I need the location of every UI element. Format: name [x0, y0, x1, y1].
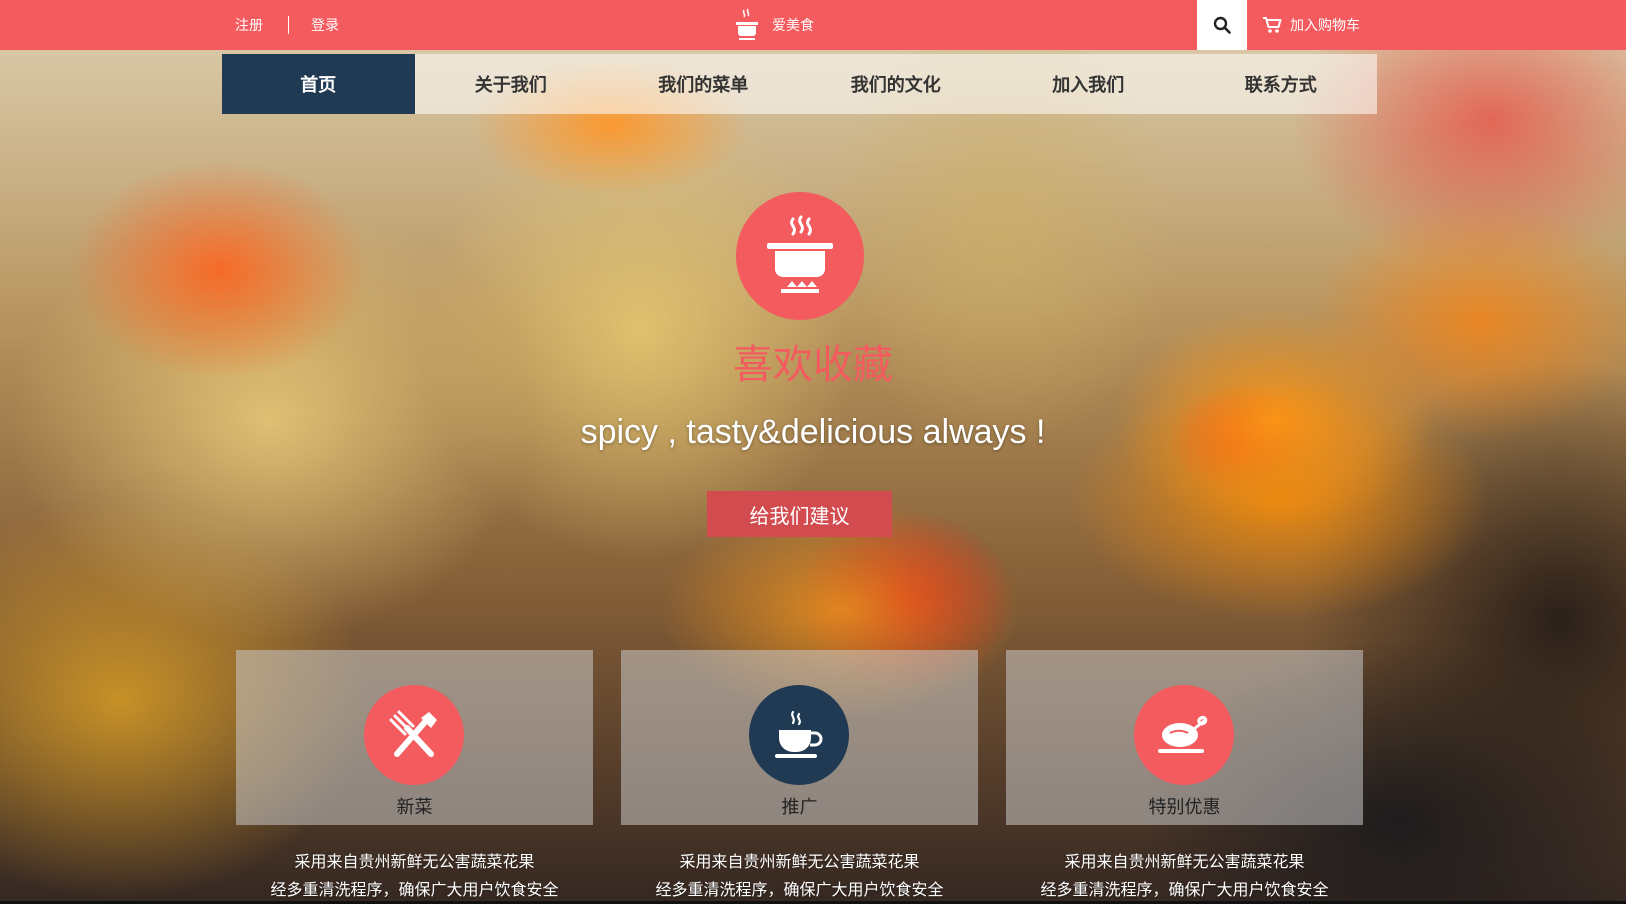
hero-badge: [736, 192, 864, 320]
login-link[interactable]: 登录: [311, 15, 339, 35]
cart-label: 加入购物车: [1290, 18, 1360, 34]
cart-icon: [1263, 17, 1282, 33]
cooking-pot-icon: [736, 8, 758, 40]
nav-item-contact[interactable]: 联系方式: [1185, 54, 1378, 114]
feature-desc-line: 采用来自贵州新鲜无公害蔬菜花果: [1064, 852, 1305, 871]
feature-desc-promo: 采用来自贵州新鲜无公害蔬菜花果 经多重清洗程序，确保广大用户饮食安全: [621, 848, 978, 904]
nav-item-menu[interactable]: 我们的菜单: [607, 54, 800, 114]
feature-title: 推广: [781, 797, 818, 818]
main-nav: 首页 关于我们 我们的菜单 我们的文化 加入我们 联系方式: [222, 54, 1377, 114]
auth-divider: [288, 16, 289, 34]
auth-links: 注册 登录: [235, 0, 339, 50]
feature-icon-circle: [364, 685, 464, 785]
feature-desc-line: 采用来自贵州新鲜无公害蔬菜花果: [294, 852, 535, 871]
feature-desc-new: 采用来自贵州新鲜无公害蔬菜花果 经多重清洗程序，确保广大用户饮食安全: [236, 848, 593, 904]
feature-icon-circle: [1134, 685, 1234, 785]
feature-desc-line: 经多重清洗程序，确保广大用户饮食安全: [270, 880, 559, 899]
feature-card-promo[interactable]: 推广: [621, 650, 978, 825]
feature-card-new[interactable]: 新菜: [236, 650, 593, 825]
search-button[interactable]: [1197, 0, 1247, 50]
search-icon: [1213, 16, 1231, 34]
feature-desc-special: 采用来自贵州新鲜无公害蔬菜花果 经多重清洗程序，确保广大用户饮食安全: [1006, 848, 1363, 904]
feature-title: 特别优惠: [1148, 797, 1221, 818]
feature-title: 新菜: [396, 797, 433, 818]
nav-item-join[interactable]: 加入我们: [992, 54, 1185, 114]
nav-item-culture[interactable]: 我们的文化: [800, 54, 993, 114]
top-bar: 注册 登录 爱美食 加入购物车: [0, 0, 1626, 50]
cart-link[interactable]: 加入购物车: [1262, 0, 1360, 50]
feature-desc-line: 经多重清洗程序，确保广大用户饮食安全: [1040, 880, 1329, 899]
brand[interactable]: 爱美食: [732, 8, 814, 42]
roast-chicken-icon: [1158, 715, 1208, 753]
feature-desc-line: 经多重清洗程序，确保广大用户饮食安全: [655, 880, 944, 899]
coffee-cup-icon: [775, 710, 823, 758]
nav-item-about[interactable]: 关于我们: [415, 54, 608, 114]
feature-card-special[interactable]: 特别优惠: [1006, 650, 1363, 825]
cooking-pot-icon: [767, 215, 833, 293]
brand-name: 爱美食: [772, 18, 814, 34]
fork-knife-icon: [389, 710, 437, 757]
feature-icon-circle: [749, 685, 849, 785]
nav-item-home[interactable]: 首页: [222, 54, 415, 114]
feature-desc-line: 采用来自贵州新鲜无公害蔬菜花果: [679, 852, 920, 871]
register-link[interactable]: 注册: [235, 15, 263, 35]
suggest-button[interactable]: 给我们建议: [707, 491, 892, 537]
hero-subtitle: spicy , tasty&delicious always !: [580, 413, 1046, 451]
hero-title: 喜欢收藏: [733, 342, 893, 388]
